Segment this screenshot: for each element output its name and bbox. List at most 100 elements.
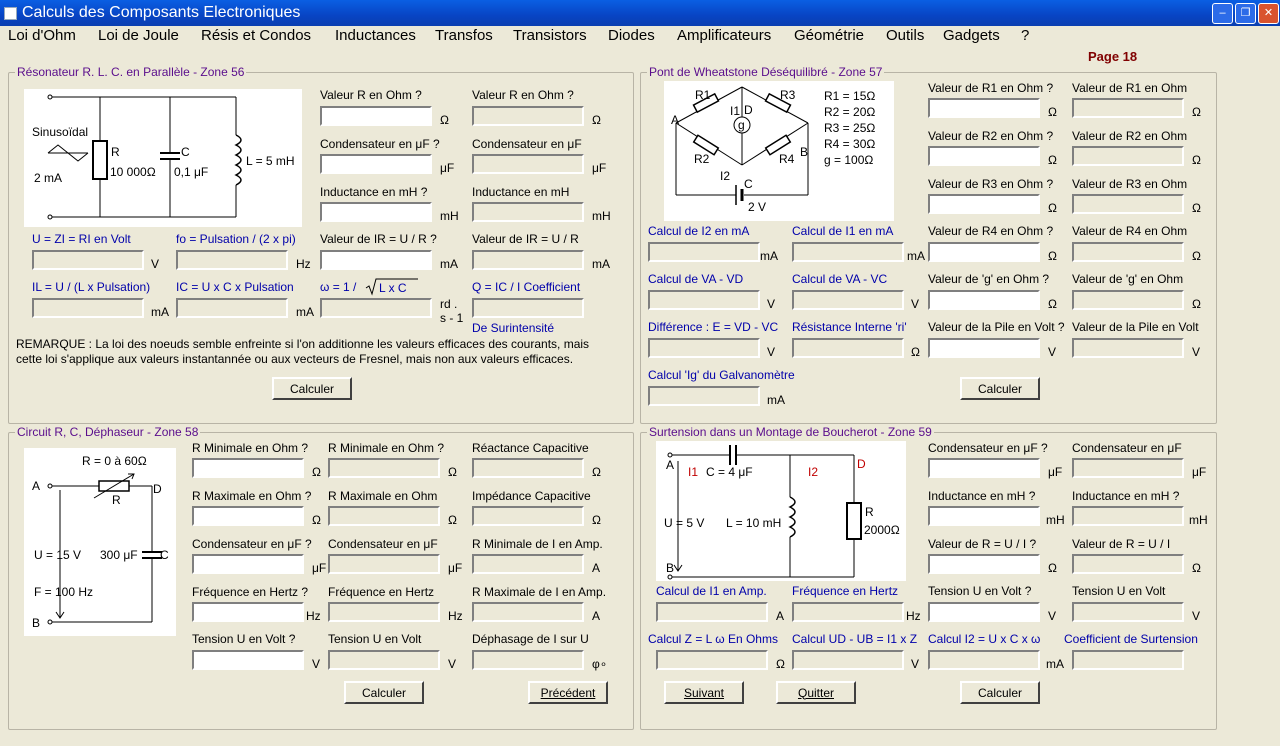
z58-u-input-unit: V: [312, 657, 321, 671]
z57-i2-unit: mA: [760, 249, 778, 263]
z59-calculate-button[interactable]: Calculer: [960, 681, 1040, 704]
z57-g-input[interactable]: [928, 290, 1040, 310]
z57-r4-unit: Ω: [1048, 249, 1057, 263]
previous-button[interactable]: Précédent: [528, 681, 608, 704]
z56-r-input[interactable]: [320, 106, 432, 126]
z56-omega-output: [320, 298, 432, 318]
z58-calculate-button[interactable]: Calculer: [344, 681, 424, 704]
rc-d: D: [153, 482, 162, 496]
l-value: L = 5 mH: [246, 154, 295, 168]
z57-vavc-unit: V: [911, 297, 920, 311]
z59-l-input[interactable]: [928, 506, 1040, 526]
z59-cap-input-unit: μF: [1048, 465, 1063, 479]
z58-u-input[interactable]: [192, 650, 304, 670]
z57-r1-input[interactable]: [928, 98, 1040, 118]
z59-u-input-label: Tension U en Volt ?: [928, 584, 1032, 598]
z58-cap-input[interactable]: [192, 554, 304, 574]
z58-reactance-unit: Ω: [592, 465, 601, 479]
menu-diodes[interactable]: Diodes: [608, 27, 655, 44]
z57-r3-input-label: Valeur de R3 en Ohm ?: [928, 177, 1054, 191]
z58-rmax-input[interactable]: [192, 506, 304, 526]
z59-cap-input[interactable]: [928, 458, 1040, 478]
rc-b: B: [32, 616, 41, 630]
z57-g-output-unit: Ω: [1192, 297, 1201, 311]
z56-ic-unit: mA: [296, 305, 314, 319]
bc-b: B: [666, 561, 675, 575]
z56-ir-output: [472, 250, 584, 270]
quit-button[interactable]: Quitter: [776, 681, 856, 704]
z57-r4-output-unit: Ω: [1192, 249, 1201, 263]
z56-calculate-button[interactable]: Calculer: [272, 377, 352, 400]
z56-ir-input[interactable]: [320, 250, 432, 270]
z59-l-output: [1072, 506, 1184, 526]
wb-r4: R4: [779, 152, 795, 166]
rc-u: U = 15 V: [34, 548, 82, 562]
z56-l-output-unit: mH: [592, 209, 611, 223]
z59-u-output: [1072, 602, 1184, 622]
menu-transistors[interactable]: Transistors: [513, 27, 587, 44]
z57-calculate-button[interactable]: Calculer: [960, 377, 1040, 400]
menu-transfos[interactable]: Transfos: [435, 27, 493, 44]
z56-l-output: [472, 202, 584, 222]
z59-r-output-label: Valeur de R = U / I: [1072, 537, 1171, 551]
z56-omega-label: ω = 1 /: [320, 280, 357, 294]
menu-loi-joule[interactable]: Loi de Joule: [98, 27, 179, 44]
menu-bar: Loi d'Ohm Loi de Joule Résis et Condos I…: [0, 26, 1280, 46]
z58-freq-input[interactable]: [192, 602, 304, 622]
z57-r2-output-unit: Ω: [1192, 153, 1201, 167]
c-name: C: [181, 145, 190, 159]
z59-r-input[interactable]: [928, 554, 1040, 574]
z59-i1-unit: A: [776, 609, 785, 623]
z56-ir-output-unit: mA: [592, 257, 610, 271]
menu-inductances[interactable]: Inductances: [335, 27, 416, 44]
menu-outils[interactable]: Outils: [886, 27, 924, 44]
z56-c-input[interactable]: [320, 154, 432, 174]
z59-freq-unit: Hz: [906, 609, 921, 623]
rc-a: A: [32, 479, 41, 493]
z57-pile-unit: V: [1048, 345, 1057, 359]
z58-rmax-output-unit: Ω: [448, 513, 457, 527]
z59-u-input[interactable]: [928, 602, 1040, 622]
z57-r1-input-label: Valeur de R1 en Ohm ?: [928, 81, 1054, 95]
z57-g-unit: Ω: [1048, 297, 1057, 311]
z57-r3-output-unit: Ω: [1192, 201, 1201, 215]
z56-c-output-unit: μF: [592, 161, 607, 175]
z58-u-output: [328, 650, 440, 670]
menu-geometrie[interactable]: Géométrie: [794, 27, 864, 44]
z56-l-input[interactable]: [320, 202, 432, 222]
z56-ic-output: [176, 298, 288, 318]
z58-rmin-input[interactable]: [192, 458, 304, 478]
restore-icon[interactable]: ❐: [1235, 3, 1256, 24]
next-button[interactable]: Suivant: [664, 681, 744, 704]
z57-r2-unit: Ω: [1048, 153, 1057, 167]
z58-cap-output-label: Condensateur en μF: [328, 537, 438, 551]
app-icon: [4, 7, 17, 20]
z57-pile-input[interactable]: [928, 338, 1040, 358]
z57-r2-input[interactable]: [928, 146, 1040, 166]
close-icon[interactable]: ✕: [1258, 3, 1279, 24]
z57-g-input-label: Valeur de 'g' en Ohm ?: [928, 272, 1050, 286]
z56-r-output: [472, 106, 584, 126]
z59-cap-input-label: Condensateur en μF ?: [928, 441, 1048, 455]
z59-r-input-unit: Ω: [1048, 561, 1057, 575]
z59-z-label: Calcul Z = L ω En Ohms: [648, 632, 778, 646]
z57-diff-label: Différence : E = VD - VC: [648, 320, 779, 334]
z57-pile-output-unit: V: [1192, 345, 1201, 359]
z58-freq-input-unit: Hz: [306, 609, 321, 623]
minimize-icon[interactable]: ‒: [1212, 3, 1233, 24]
z57-vavc-output: [792, 290, 904, 310]
menu-amplificateurs[interactable]: Amplificateurs: [677, 27, 771, 44]
z59-cap-output-unit: μF: [1192, 465, 1207, 479]
z58-freq-output-label: Fréquence en Hertz: [328, 585, 435, 599]
menu-gadgets[interactable]: Gadgets: [943, 27, 1000, 44]
z58-u-input-label: Tension U en Volt ?: [192, 632, 296, 646]
z56-c-unit: μF: [440, 161, 455, 175]
z56-il-label: IL = U / (L x Pulsation): [32, 280, 151, 294]
z56-r-input-label: Valeur R en Ohm ?: [320, 88, 422, 102]
menu-resis-condos[interactable]: Résis et Condos: [201, 27, 311, 44]
z57-r4-input[interactable]: [928, 242, 1040, 262]
menu-loi-ohm[interactable]: Loi d'Ohm: [8, 27, 76, 44]
z57-r3-input[interactable]: [928, 194, 1040, 214]
z56-ir-output-label: Valeur de IR = U / R: [472, 232, 579, 246]
menu-help[interactable]: ?: [1021, 27, 1029, 44]
